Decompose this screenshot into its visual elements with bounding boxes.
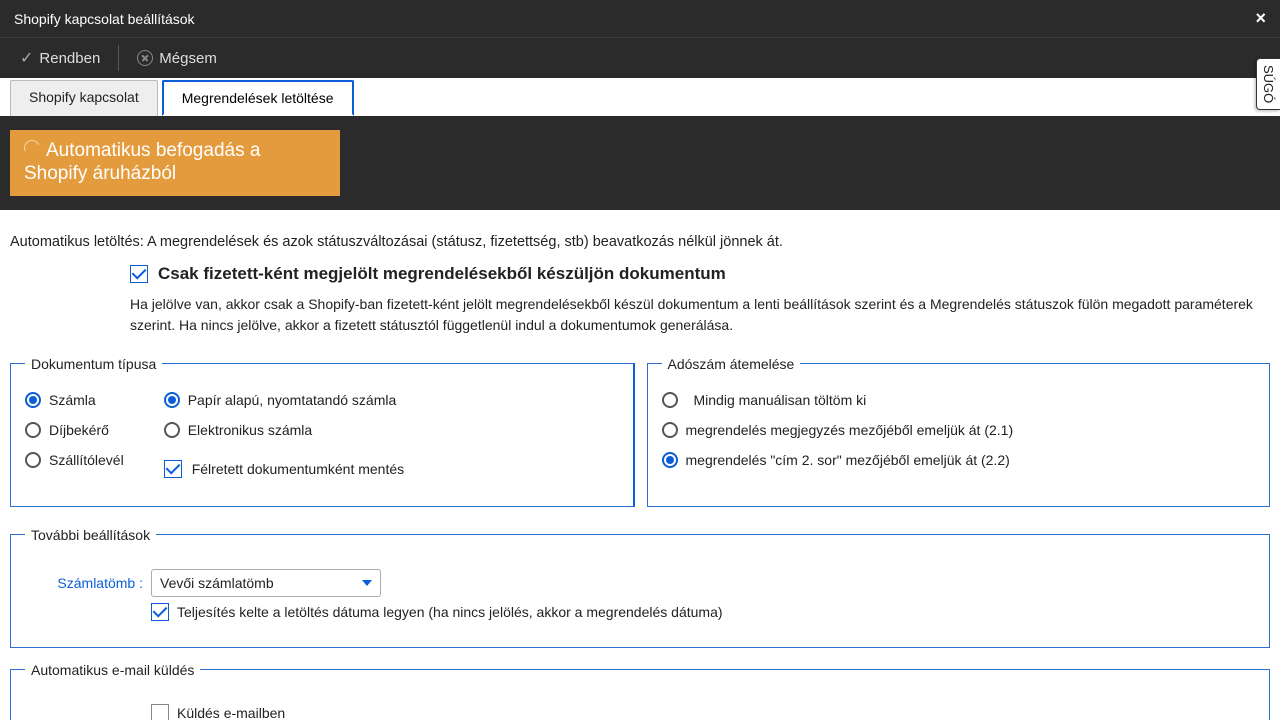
fieldset-further-settings: További beállítások Számlatömb : Vevői s… [10, 527, 1270, 648]
fulfillment-date-label: Teljesítés kelte a letöltés dátuma legye… [177, 604, 723, 620]
radio-tax-manual-label: Mindig manuálisan töltöm ki [694, 392, 867, 408]
radio-paper-label: Papír alapú, nyomtatandó számla [188, 392, 397, 408]
aside-label: Félretett dokumentumként mentés [192, 461, 404, 477]
radio-paper-invoice[interactable]: Papír alapú, nyomtatandó számla [164, 392, 404, 408]
close-icon[interactable]: × [1255, 8, 1266, 29]
aside-checkbox[interactable] [164, 460, 182, 478]
cancel-button[interactable]: Mégsem [131, 46, 223, 71]
paid-only-label: Csak fizetett-ként megjelölt megrendelés… [158, 264, 726, 284]
chevron-down-icon [362, 580, 372, 586]
window-title: Shopify kapcsolat beállítások [14, 11, 195, 27]
section-banner: Automatikus befogadás a Shopify áruházbó… [10, 130, 340, 196]
radio-dot [662, 452, 678, 468]
tab-strip: Shopify kapcsolat Megrendelések letöltés… [0, 80, 1280, 116]
fieldset-document-type: Dokumentum típusa Számla Díjbekérő Száll… [10, 356, 635, 507]
radio-invoice[interactable]: Számla [25, 392, 124, 408]
fieldset-tax-number: Adószám átemelése Mindig manuálisan tölt… [647, 356, 1271, 507]
legend-doc-type: Dokumentum típusa [25, 356, 162, 372]
help-side-tab[interactable]: SÚGÓ [1256, 58, 1280, 110]
dialog-toolbar: ✓ Rendben Mégsem [0, 37, 1280, 78]
auto-download-description: Automatikus letöltés: A megrendelések és… [10, 234, 1270, 250]
send-email-checkbox[interactable] [151, 704, 169, 720]
radio-dot [164, 392, 180, 408]
fieldset-auto-email: Automatikus e-mail küldés Küldés e-mailb… [10, 662, 1270, 720]
radio-tax-manual[interactable]: Mindig manuálisan töltöm ki [662, 392, 1256, 408]
invoice-book-select[interactable]: Vevői számlatömb [151, 569, 381, 597]
radio-dot [25, 452, 41, 468]
send-email-label: Küldés e-mailben [177, 705, 285, 720]
radio-dot [25, 422, 41, 438]
radio-dot [662, 392, 678, 408]
radio-fee-request[interactable]: Díjbekérő [25, 422, 124, 438]
radio-tax-from-note[interactable]: megrendelés megjegyzés mezőjéből emeljük… [662, 422, 1256, 438]
radio-electronic-invoice[interactable]: Elektronikus számla [164, 422, 404, 438]
legend-email: Automatikus e-mail küldés [25, 662, 200, 678]
paid-only-checkbox[interactable] [130, 265, 148, 283]
fulfillment-date-checkbox[interactable] [151, 603, 169, 621]
radio-dot [662, 422, 678, 438]
invoice-book-label: Számlatömb : [53, 575, 143, 591]
radio-dot [25, 392, 41, 408]
tab-connection[interactable]: Shopify kapcsolat [10, 80, 158, 116]
legend-more: További beállítások [25, 527, 156, 543]
cancel-label: Mégsem [159, 50, 217, 67]
toolbar-divider [118, 45, 119, 71]
paid-only-help: Ha jelölve van, akkor csak a Shopify-ban… [130, 294, 1270, 336]
banner-text: Automatikus befogadás a Shopify áruházbó… [24, 140, 260, 184]
radio-tax-from-addr2[interactable]: megrendelés "cím 2. sor" mezőjéből emelj… [662, 452, 1256, 468]
legend-tax: Adószám átemelése [662, 356, 801, 372]
invoice-book-value: Vevői számlatömb [160, 575, 274, 591]
wrench-icon [24, 140, 40, 156]
banner-row: Automatikus befogadás a Shopify áruházbó… [0, 116, 1280, 210]
radio-tax-note-label: megrendelés megjegyzés mezőjéből emeljük… [686, 422, 1014, 438]
ok-label: Rendben [39, 50, 100, 67]
cancel-icon [137, 50, 153, 66]
ok-button[interactable]: ✓ Rendben [14, 44, 106, 72]
radio-tax-addr2-label: megrendelés "cím 2. sor" mezőjéből emelj… [686, 452, 1010, 468]
radio-delivery-note[interactable]: Szállítólevél [25, 452, 124, 468]
tab-download-orders[interactable]: Megrendelések letöltése [162, 80, 354, 116]
radio-fee-label: Díjbekérő [49, 422, 109, 438]
radio-delivery-label: Szállítólevél [49, 452, 124, 468]
radio-dot [164, 422, 180, 438]
radio-invoice-label: Számla [49, 392, 96, 408]
radio-electronic-label: Elektronikus számla [188, 422, 313, 438]
window-titlebar: Shopify kapcsolat beállítások × [0, 0, 1280, 37]
check-icon: ✓ [20, 48, 33, 68]
